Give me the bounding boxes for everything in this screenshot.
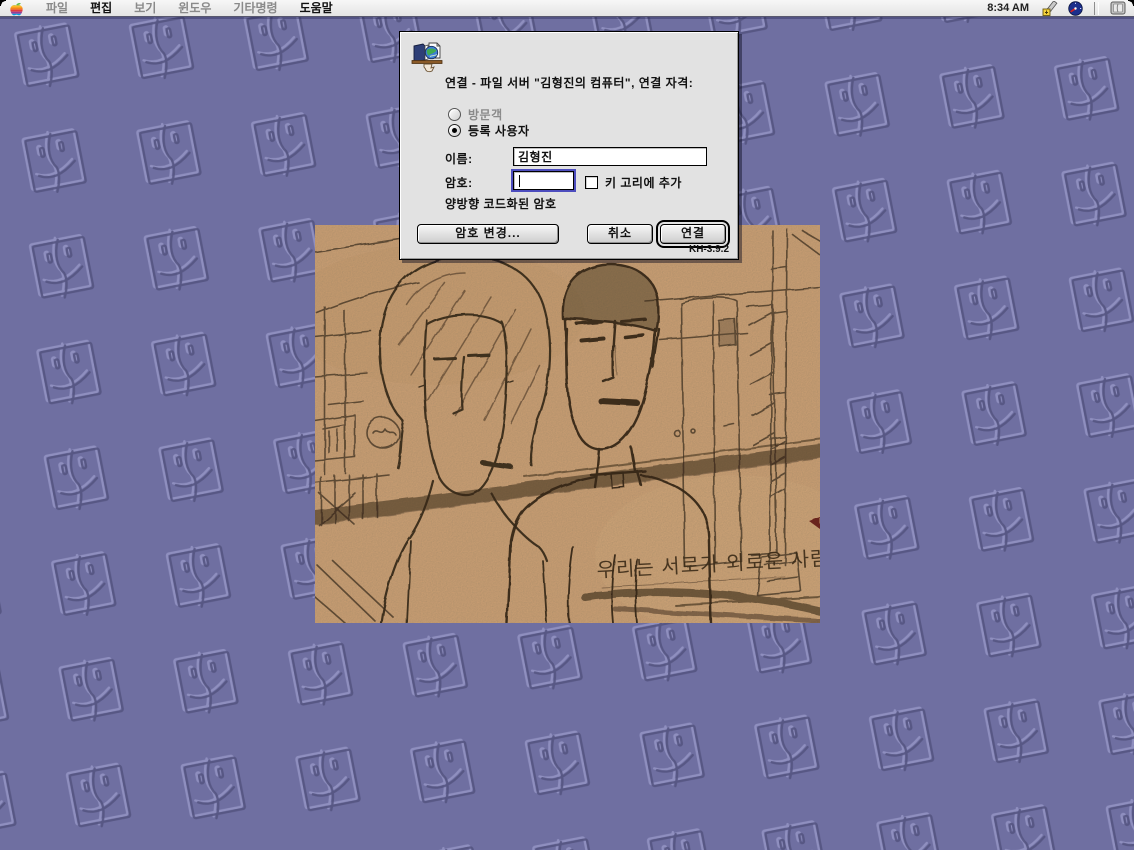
change-password-button[interactable]: 암호 변경...: [417, 224, 559, 244]
app-clock-icon[interactable]: [1068, 1, 1083, 16]
password-input[interactable]: [513, 171, 574, 190]
name-label: 이름:: [445, 150, 473, 167]
keychain-label: 키 고리에 추가: [605, 174, 682, 191]
keychain-option[interactable]: 키 고리에 추가: [585, 174, 682, 191]
menubar-divider: [1094, 2, 1099, 15]
menu-item-help[interactable]: 도움말: [289, 0, 344, 16]
name-input[interactable]: 김형진: [513, 147, 707, 166]
cancel-button[interactable]: 취소: [587, 224, 653, 244]
desktop[interactable]: 파일 편집 보기 윈도우 기타명령 도움말 8:34 AM: [0, 0, 1134, 850]
name-value: 김형진: [518, 148, 553, 165]
menu-item-edit[interactable]: 편집: [79, 0, 123, 16]
text-caret: [519, 175, 520, 187]
radio-registered-user[interactable]: 등록 사용자: [448, 122, 530, 139]
radio-registered-label: 등록 사용자: [468, 122, 530, 139]
menu-item-view[interactable]: 보기: [123, 0, 167, 16]
screen-corner-right: [1128, 0, 1134, 6]
menubar-clock[interactable]: 8:34 AM: [987, 2, 1029, 14]
dialog-title: 연결 - 파일 서버 "김형진의 컴퓨터", 연결 자격:: [445, 74, 730, 91]
connect-button[interactable]: 연결: [660, 224, 726, 244]
apple-rainbow-icon: [10, 1, 23, 16]
password-encryption-note: 양방향 코드화된 암호: [445, 195, 557, 212]
client-version: KH-3.9.2: [689, 244, 729, 255]
application-menu-icon[interactable]: [1110, 1, 1126, 16]
password-label: 암호:: [445, 174, 473, 191]
menu-item-special[interactable]: 기타명령: [222, 0, 288, 16]
apple-menu[interactable]: [10, 1, 23, 16]
radio-guest-label: 방문객: [468, 106, 503, 123]
input-pencil-icon[interactable]: [1042, 1, 1059, 16]
menu-item-window[interactable]: 윈도우: [167, 0, 222, 16]
radio-registered-circle[interactable]: [448, 124, 461, 137]
fileserver-icon: [410, 40, 444, 74]
connect-dialog: 연결 - 파일 서버 "김형진의 컴퓨터", 연결 자격: 방문객 등록 사용자…: [399, 31, 739, 260]
menu-item-file[interactable]: 파일: [35, 0, 79, 16]
keychain-checkbox[interactable]: [585, 176, 598, 189]
menu-bar: 파일 편집 보기 윈도우 기타명령 도움말 8:34 AM: [0, 0, 1134, 17]
screen-corner-left: [0, 0, 6, 6]
radio-guest-circle[interactable]: [448, 108, 461, 121]
radio-guest[interactable]: 방문객: [448, 106, 503, 123]
desktop-picture-sketch: 우리는 서로가 외로운 사람들: [315, 225, 820, 623]
